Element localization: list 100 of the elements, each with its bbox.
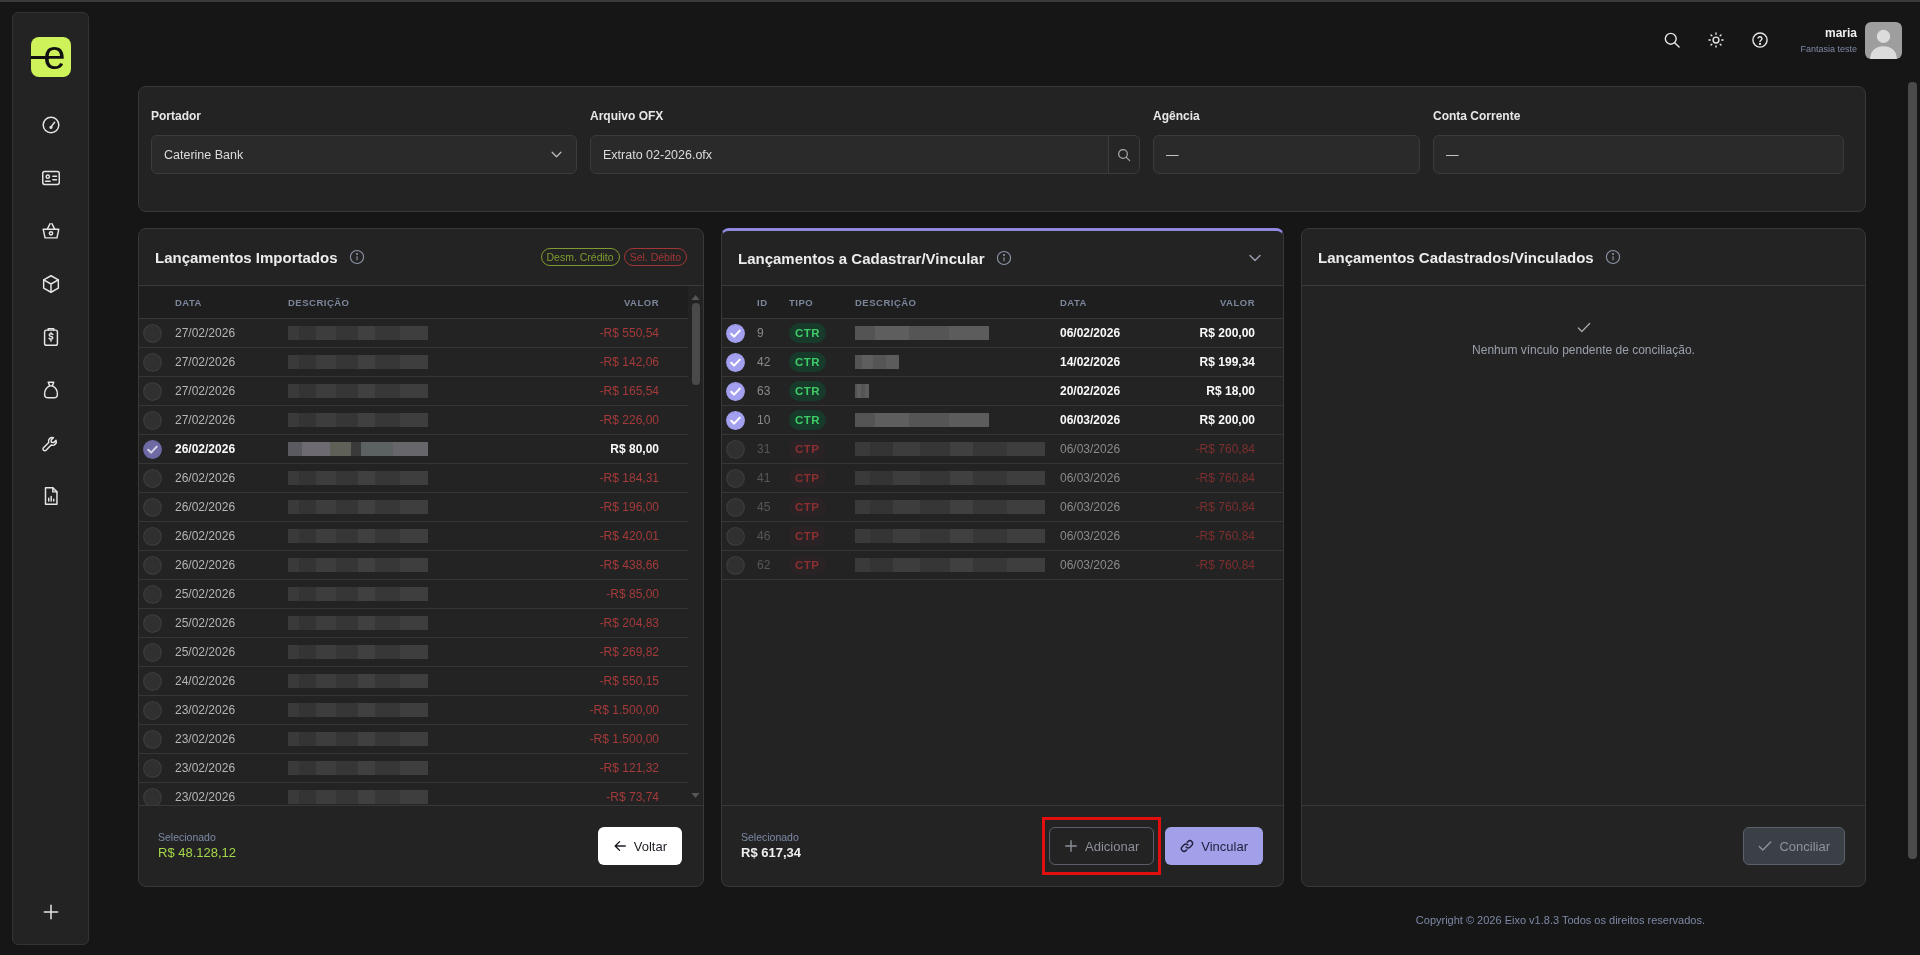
table-cell: 27/02/2026: [175, 355, 236, 369]
column-header[interactable]: DESCRIÇÃO: [855, 296, 917, 308]
select-field[interactable]: Caterine Bank: [151, 135, 577, 174]
row-checkbox[interactable]: [143, 352, 162, 372]
type-badge: CTR: [789, 352, 827, 372]
row-checkbox[interactable]: [143, 700, 162, 720]
copyright-text: Copyright © 2026 Eixo v1.8.3 Todos os direitos reservados.: [1415, 914, 1706, 926]
table-cell: R$ 80,00: [610, 442, 659, 456]
row-checkbox[interactable]: [143, 584, 162, 604]
selection-total: R$ 617,34: [741, 845, 801, 861]
scrollbar-thumb[interactable]: [1908, 82, 1917, 859]
type-badge: CTP: [789, 468, 826, 488]
file-field[interactable]: Extrato 02-2026.ofx: [590, 135, 1140, 174]
search-icon: [1116, 146, 1132, 163]
table-cell: -R$ 760,84: [1195, 529, 1255, 543]
search-icon[interactable]: [1662, 30, 1683, 50]
add-button[interactable]: Adicionar: [1049, 827, 1155, 865]
sun-icon[interactable]: [1706, 30, 1727, 50]
table-cell: 23/02/2026: [175, 790, 236, 804]
scroll-up-icon[interactable]: [691, 295, 700, 300]
table-cell: -R$ 438,66: [599, 558, 659, 572]
check-icon: [1758, 839, 1773, 853]
table-cell: 06/03/2026: [1060, 413, 1121, 427]
table-cell: 06/03/2026: [1060, 558, 1121, 572]
table-cell: -R$ 204,83: [599, 616, 659, 630]
column-header[interactable]: DATA: [175, 296, 202, 308]
selection-label: Selecionado: [158, 831, 217, 844]
panel-title: Lançamentos Importados: [155, 248, 338, 266]
row-checkbox[interactable]: [143, 758, 162, 778]
row-checkbox[interactable]: [726, 526, 745, 546]
table-cell: 24/02/2026: [175, 674, 236, 688]
table-cell: -R$ 196,00: [599, 500, 659, 514]
row-checkbox[interactable]: [143, 642, 162, 662]
chevron-down-icon[interactable]: [1249, 254, 1261, 262]
row-checkbox[interactable]: [143, 526, 162, 546]
row-checkbox[interactable]: [726, 497, 745, 517]
row-checkbox[interactable]: [143, 381, 162, 401]
plus-icon: [1064, 839, 1079, 853]
table-cell: 23/02/2026: [175, 732, 236, 746]
link-button[interactable]: Vincular: [1165, 827, 1263, 865]
table-cell: -R$ 550,15: [599, 674, 659, 688]
info-icon[interactable]: [995, 250, 1012, 266]
table-cell: 23/02/2026: [175, 703, 236, 717]
table-cell: 26/02/2026: [175, 558, 236, 572]
table-cell: -R$ 165,54: [599, 384, 659, 398]
row-checkbox[interactable]: [726, 352, 745, 372]
row-checkbox[interactable]: [726, 555, 745, 575]
info-icon[interactable]: [1604, 249, 1621, 265]
column-header[interactable]: DESCRIÇÃO: [288, 296, 350, 308]
row-checkbox[interactable]: [143, 410, 162, 430]
table-cell: -R$ 1.500,00: [589, 732, 659, 746]
column-header[interactable]: VALOR: [1219, 296, 1255, 308]
table-cell: 06/03/2026: [1060, 442, 1121, 456]
column-header[interactable]: ID: [757, 296, 768, 308]
row-checkbox[interactable]: [143, 613, 162, 633]
table-cell: 26/02/2026: [175, 529, 236, 543]
row-checkbox[interactable]: [143, 497, 162, 517]
link-icon: [1180, 839, 1195, 853]
check-icon: [1576, 322, 1591, 333]
info-icon[interactable]: [348, 249, 365, 265]
table-cell: 06/03/2026: [1060, 500, 1121, 514]
back-button[interactable]: Voltar: [597, 827, 682, 865]
column-header[interactable]: VALOR: [623, 296, 659, 308]
row-checkbox[interactable]: [143, 787, 162, 805]
row-checkbox[interactable]: [143, 468, 162, 488]
text-field[interactable]: —: [1433, 135, 1844, 174]
text-field[interactable]: —: [1153, 135, 1420, 174]
type-badge: CTP: [789, 526, 826, 546]
table-cell: -R$ 184,31: [599, 471, 659, 485]
table-cell: 23/02/2026: [175, 761, 236, 775]
search-button[interactable]: [1108, 136, 1139, 173]
row-checkbox[interactable]: [143, 729, 162, 749]
field-label: Agência: [1153, 109, 1200, 123]
scrollbar-thumb[interactable]: [691, 303, 700, 385]
row-checkbox[interactable]: [143, 555, 162, 575]
field-label: Conta Corrente: [1433, 109, 1521, 123]
user-avatar-icon[interactable]: [1865, 21, 1902, 59]
empty-message: Nenhum vínculo pendente de conciliação.: [1472, 343, 1695, 357]
table-cell: 10: [757, 413, 771, 427]
table-cell: -R$ 420,01: [599, 529, 659, 543]
table-cell: 27/02/2026: [175, 413, 236, 427]
row-checkbox[interactable]: [143, 671, 162, 691]
table-cell: 26/02/2026: [175, 471, 236, 485]
row-checkbox[interactable]: [726, 323, 745, 343]
row-checkbox[interactable]: [726, 410, 745, 430]
type-badge: CTP: [789, 439, 826, 459]
column-header[interactable]: TIPO: [789, 296, 814, 308]
row-checkbox[interactable]: [143, 323, 162, 343]
scroll-down-icon[interactable]: [691, 793, 700, 798]
table-cell: -R$ 1.500,00: [589, 703, 659, 717]
row-checkbox[interactable]: [726, 468, 745, 488]
row-checkbox[interactable]: [726, 439, 745, 459]
table-cell: -R$ 760,84: [1195, 558, 1255, 572]
table-cell: R$ 18,00: [1206, 384, 1255, 398]
row-checkbox[interactable]: [143, 439, 162, 459]
table-cell: R$ 200,00: [1199, 326, 1255, 340]
help-icon[interactable]: [1750, 30, 1771, 50]
row-checkbox[interactable]: [726, 381, 745, 401]
table-cell: 25/02/2026: [175, 645, 236, 659]
column-header[interactable]: DATA: [1060, 296, 1087, 308]
